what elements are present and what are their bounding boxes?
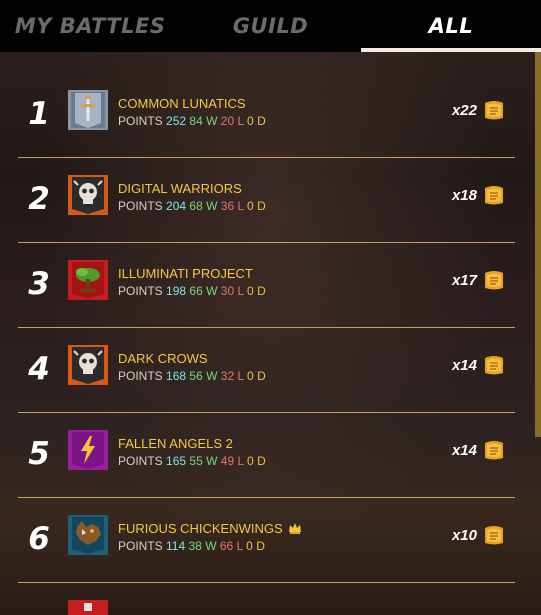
losses-suffix: L [237,369,244,383]
reward-multiplier: x22 [451,102,477,119]
points-label: POINTS [118,284,163,298]
draws-suffix: D [257,114,266,128]
rank-number: 6 [28,521,50,557]
draws-value: 0 [247,199,254,213]
lightning-banner-icon [68,430,108,470]
points-value: 114 [166,539,186,553]
wins-suffix: W [205,539,217,553]
draws-suffix: D [257,284,266,298]
points-value: 252 [166,114,187,128]
draws-suffix: D [257,454,266,468]
losses-value: 30 [220,284,235,298]
tab-my-battles[interactable]: MY BATTLES [0,0,180,52]
points-value: 204 [166,199,187,213]
rank-number: 1 [28,96,50,132]
leaderboard-row[interactable]: 3 ILLUMINATI PROJECT POINTS 198 66 W 30 … [18,242,515,328]
wins-value: 84 [189,114,203,128]
points-label: POINTS [118,114,163,128]
guild-name: DARK CROWS [118,351,208,366]
wins-value: 56 [189,369,203,383]
guild-stats: POINTS 198 66 W 30 L 0 D [118,284,266,298]
wins-value: 66 [189,284,203,298]
guild-name: DIGITAL WARRIORS [118,181,242,196]
reward-multiplier: x17 [451,272,477,289]
reward-multiplier: x10 [451,527,477,544]
rank-number: 3 [28,266,50,302]
reward-chest-icon [485,271,503,290]
points-label: POINTS [118,199,163,213]
tab-all[interactable]: ALL [360,0,541,52]
guild-name: COMMON LUNATICS [118,96,246,111]
leaderboard-row[interactable]: 4 DARK CROWS POINTS 168 56 W 32 L 0 D x1… [18,327,515,413]
tree-banner-icon [68,260,108,300]
losses-suffix: L [237,454,244,468]
crown-icon [288,523,301,534]
draws-value: 0 [247,369,254,383]
guild-name: FALLEN ANGELS 2 [118,436,233,451]
next-guild-banner-icon [68,600,108,615]
guild-stats: POINTS 168 56 W 32 L 0 D [118,369,266,383]
reward-multiplier: x18 [451,187,477,204]
points-label: POINTS [118,369,163,383]
draws-suffix: D [256,539,265,553]
reward-chest-icon [485,526,503,545]
wins-suffix: W [206,114,218,128]
points-value: 165 [166,454,187,468]
tab-bar: MY BATTLES GUILD ALL [0,0,541,52]
points-value: 168 [166,369,187,383]
guild-name: ILLUMINATI PROJECT [118,266,253,281]
points-label: POINTS [118,539,163,553]
guild-name-text: FURIOUS CHICKENWINGS [118,521,283,536]
reward-chest-icon [485,441,503,460]
losses-suffix: L [237,284,244,298]
wolf-banner-icon [68,515,108,555]
wins-value: 38 [188,539,202,553]
losses-suffix: L [236,539,243,553]
draws-value: 0 [247,454,254,468]
leaderboard-row[interactable]: 1 COMMON LUNATICS POINTS 252 84 W 20 L 0… [18,72,515,158]
guild-stats: POINTS 252 84 W 20 L 0 D [118,114,266,128]
draws-suffix: D [257,369,266,383]
wins-suffix: W [206,369,218,383]
wins-value: 68 [189,199,203,213]
scrollbar[interactable] [535,52,541,437]
draws-suffix: D [257,199,266,213]
points-label: POINTS [118,454,163,468]
reward-multiplier: x14 [451,357,477,374]
guild-stats: POINTS 114 38 W 66 L 0 D [118,539,265,553]
sword-banner-icon [68,90,108,130]
losses-value: 49 [220,454,235,468]
skull-banner-icon [68,345,108,385]
losses-value: 66 [219,539,234,553]
rank-number: 2 [28,181,50,217]
wins-value: 55 [189,454,203,468]
draws-value: 0 [247,284,254,298]
losses-value: 36 [220,199,235,213]
guild-stats: POINTS 204 68 W 36 L 0 D [118,199,266,213]
wins-suffix: W [206,199,218,213]
draws-value: 0 [246,539,253,553]
leaderboard-row[interactable]: 2 DIGITAL WARRIORS POINTS 204 68 W 36 L … [18,157,515,243]
leaderboard-row[interactable]: 5 FALLEN ANGELS 2 POINTS 165 55 W 49 L 0… [18,412,515,498]
draws-value: 0 [247,114,254,128]
losses-suffix: L [237,114,244,128]
reward-multiplier: x14 [451,442,477,459]
losses-value: 20 [220,114,235,128]
wins-suffix: W [206,454,218,468]
guild-stats: POINTS 165 55 W 49 L 0 D [118,454,266,468]
skull-banner-icon [68,175,108,215]
points-value: 198 [166,284,187,298]
tab-guild[interactable]: GUILD [180,0,360,52]
reward-chest-icon [485,186,503,205]
rank-number: 5 [28,436,50,472]
losses-value: 32 [220,369,235,383]
leaderboard-row[interactable]: 6 FURIOUS CHICKENWINGS POINTS 114 38 W 6… [18,497,515,583]
guild-name: FURIOUS CHICKENWINGS [118,521,302,536]
reward-chest-icon [485,101,503,120]
leaderboard-panel[interactable]: 1 COMMON LUNATICS POINTS 252 84 W 20 L 0… [0,52,541,615]
wins-suffix: W [206,284,218,298]
reward-chest-icon [485,356,503,375]
rank-number: 4 [28,351,50,387]
losses-suffix: L [237,199,244,213]
